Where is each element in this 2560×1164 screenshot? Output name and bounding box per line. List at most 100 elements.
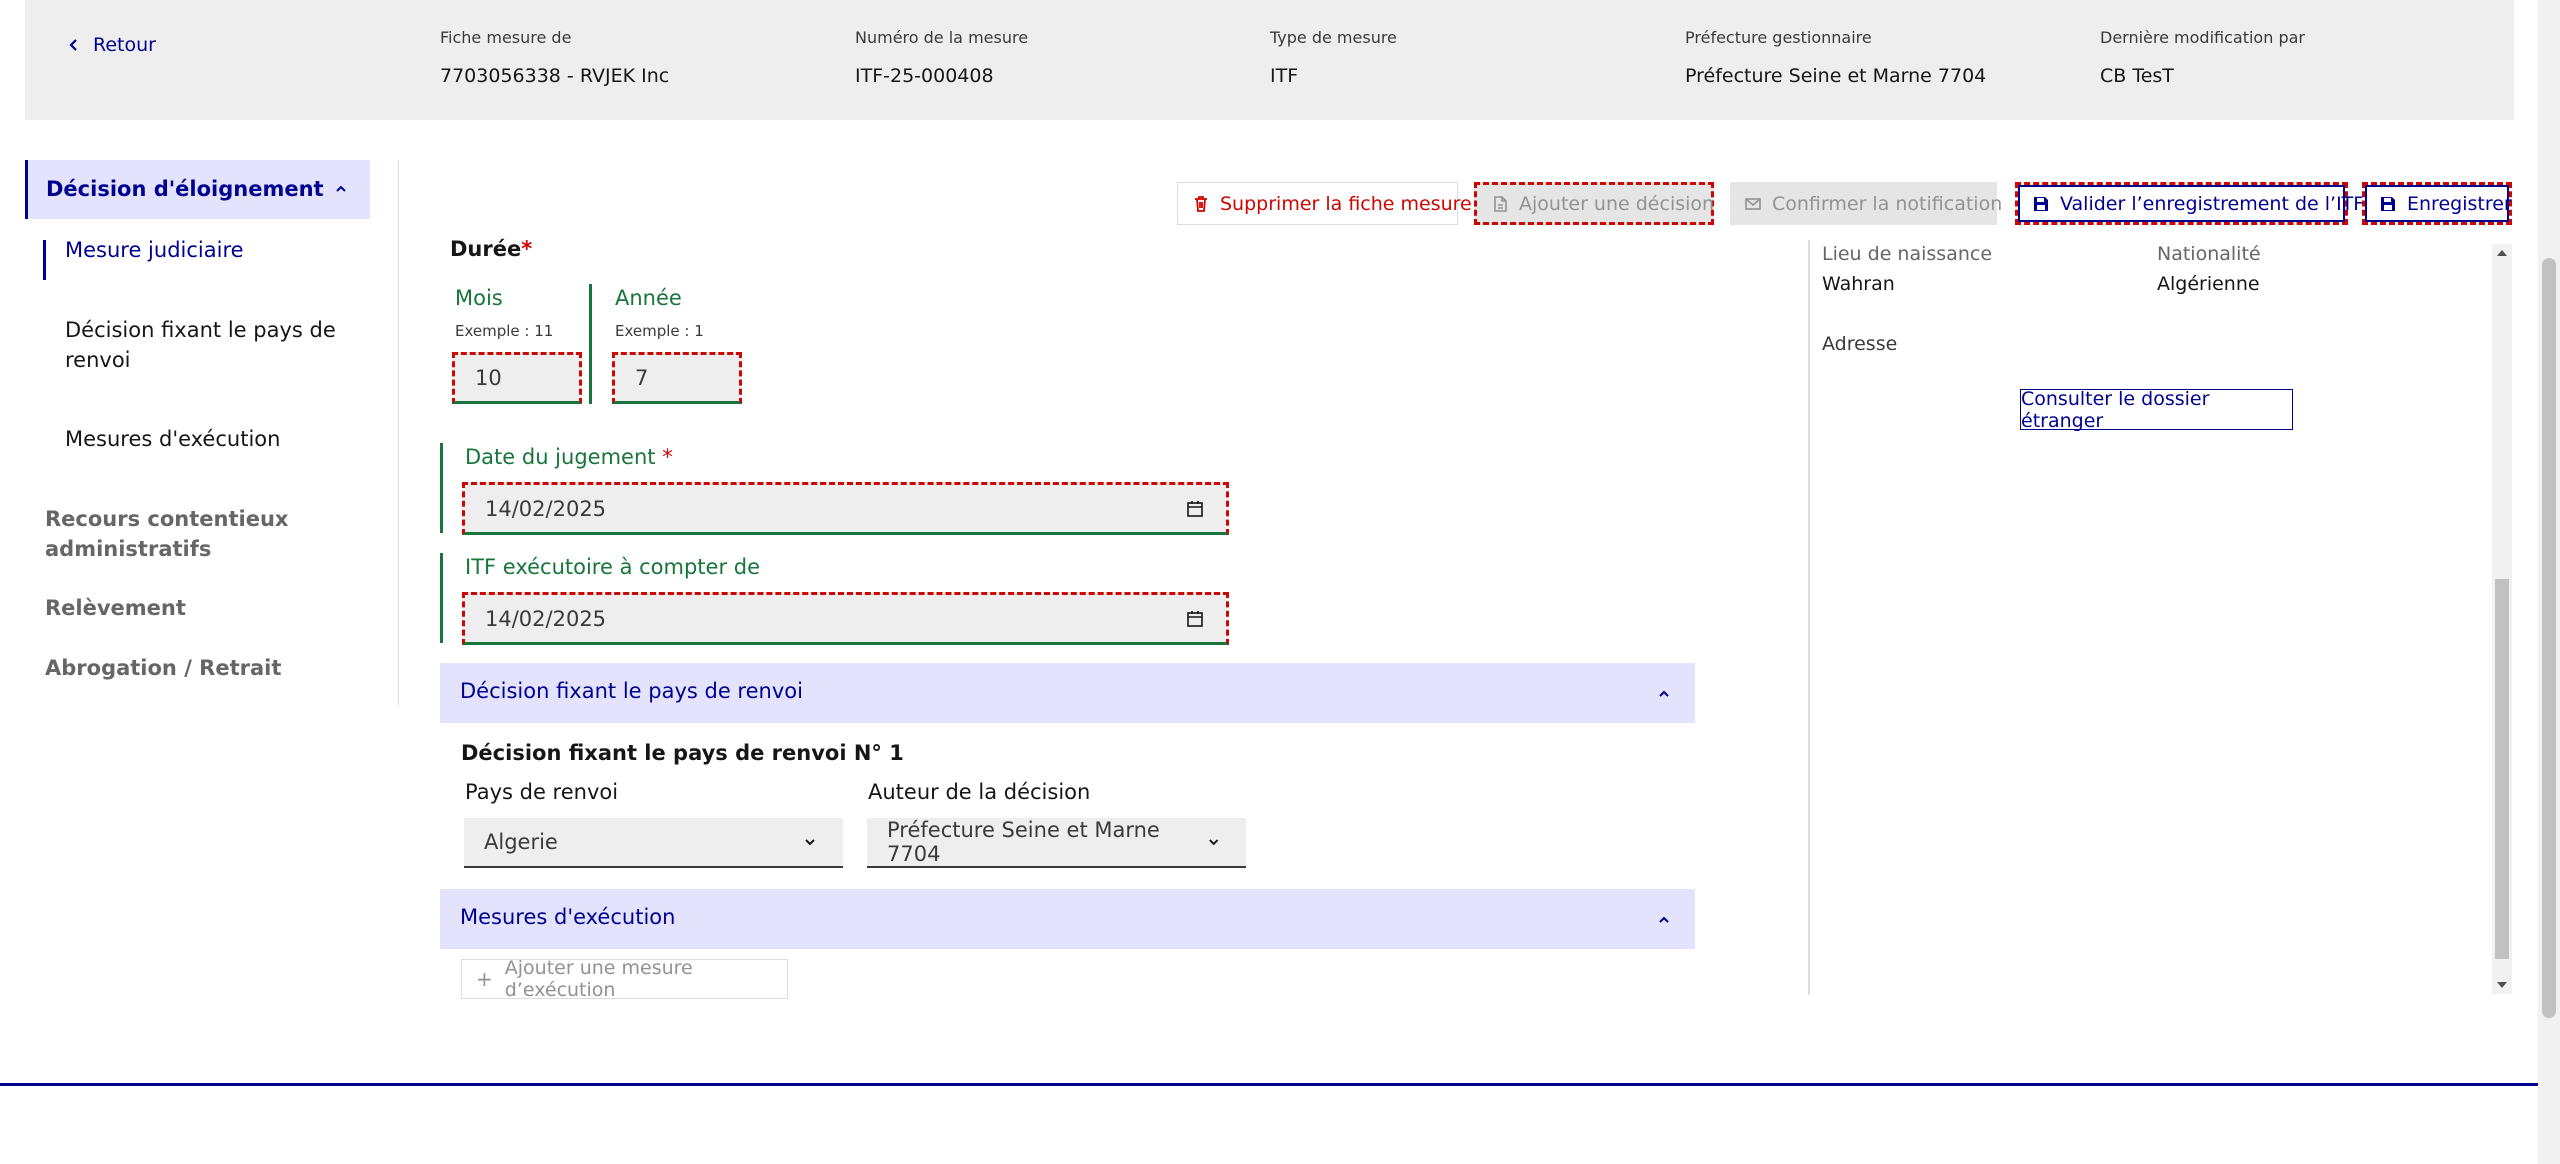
confirm-notification-label: Confirmer la notification <box>1772 192 2003 215</box>
back-link[interactable]: Retour <box>67 34 156 56</box>
years-input[interactable]: 7 <box>612 352 742 404</box>
meta-number-value: ITF-25-000408 <box>855 65 994 87</box>
sidebar-item-abrogation[interactable]: Abrogation / Retrait <box>45 653 281 683</box>
save-icon <box>2381 196 2395 211</box>
meta-number: Numéro de la mesure ITF-25-000408 <box>855 28 1028 87</box>
meta-owner: Fiche mesure de 7703056338 - RVJEK Inc <box>440 28 669 87</box>
country-label: Pays de renvoi <box>465 780 619 804</box>
enforceable-from-input[interactable]: 14/02/2025 <box>462 592 1229 645</box>
meta-prefecture-value: Préfecture Seine et Marne 7704 <box>1685 65 1987 87</box>
page-scroll-thumb[interactable] <box>2542 258 2556 1018</box>
meta-modified-by-label: Dernière modification par <box>2100 28 2305 47</box>
enforceable-from-value: 14/02/2025 <box>485 606 607 631</box>
add-execution-measure-label: Ajouter une mesure d’exécution <box>504 959 693 999</box>
months-hint: Exemple : 11 <box>455 322 554 340</box>
add-decision-button[interactable]: Ajouter une décision <box>1474 182 1714 225</box>
sidebar-item-relevement[interactable]: Relèvement <box>45 593 186 623</box>
judgment-date-label: Date du jugement <box>465 445 656 469</box>
author-value: Préfecture Seine et Marne 7704 <box>887 818 1160 866</box>
page-scrollbar[interactable] <box>2538 0 2560 1164</box>
document-icon <box>1494 195 1507 212</box>
months-value: 10 <box>475 366 502 390</box>
country-select[interactable]: Algerie <box>464 818 843 868</box>
duration-heading: Durée* <box>450 236 532 262</box>
meta-modified-by: Dernière modification par CB TesT <box>2100 28 2305 87</box>
judgment-date-input[interactable]: 14/02/2025 <box>462 482 1229 535</box>
view-foreigner-file-button[interactable]: Consulter le dossier étranger <box>2020 388 2293 432</box>
enforceable-from-label: ITF exécutoire à compter de <box>465 555 761 579</box>
execution-accordion-header[interactable]: Mesures d'exécution <box>440 889 1695 949</box>
delete-measure-button[interactable]: Supprimer la fiche mesure <box>1177 182 1472 225</box>
nationality-label: Nationalité <box>2157 243 2261 265</box>
required-mark: * <box>662 445 673 469</box>
chevron-left-icon <box>69 39 77 51</box>
validate-itf-button[interactable]: Valider l’enregistrement de l’ITF <box>2015 182 2364 225</box>
birthplace-value: Wahran <box>1822 273 1895 295</box>
country-decision-subtitle: Décision fixant le pays de renvoi N° 1 <box>461 741 904 765</box>
add-execution-measure-button[interactable]: + Ajouter une mesure d’exécution <box>461 959 788 999</box>
sidebar-item-mesure-judiciaire[interactable]: Mesure judiciaire <box>65 235 244 265</box>
save-button[interactable]: Enregistrer <box>2362 182 2512 225</box>
chevron-up-icon <box>1659 916 1669 923</box>
back-label: Retour <box>93 34 156 56</box>
panel-scrollbar[interactable] <box>2492 244 2512 994</box>
plus-icon: + <box>476 967 493 991</box>
meta-type: Type de mesure ITF <box>1270 28 1397 87</box>
months-label: Mois <box>455 286 503 310</box>
years-value: 7 <box>635 366 649 390</box>
meta-prefecture-label: Préfecture gestionnaire <box>1685 28 1872 47</box>
country-value: Algerie <box>484 830 558 854</box>
address-label: Adresse <box>1822 333 1898 355</box>
author-label: Auteur de la décision <box>868 780 1091 804</box>
required-mark: * <box>521 237 533 261</box>
field-group-bar <box>440 443 443 533</box>
save-label: Enregistrer <box>2407 192 2512 215</box>
sidebar-item-pays-renvoi[interactable]: Décision fixant le pays de renvoi <box>65 315 355 375</box>
delete-measure-label: Supprimer la fiche mesure <box>1220 192 1472 215</box>
save-icon <box>2034 196 2048 211</box>
meta-type-label: Type de mesure <box>1270 28 1397 47</box>
judgment-date-value: 14/02/2025 <box>485 496 607 521</box>
trash-icon <box>1195 195 1207 212</box>
sidebar-nav: Décision d'éloignement Mesure judiciaire… <box>25 160 399 705</box>
mail-icon <box>1745 197 1761 210</box>
sidebar-active-indicator <box>43 240 46 280</box>
author-select[interactable]: Préfecture Seine et Marne 7704 <box>867 818 1246 868</box>
calendar-icon <box>1187 500 1203 517</box>
add-decision-label: Ajouter une décision <box>1519 192 1715 215</box>
judgment-date-heading: Date du jugement * <box>465 445 673 469</box>
sidebar-item-recours[interactable]: Recours contentieux administratifs <box>45 504 345 564</box>
country-accordion-title: Décision fixant le pays de renvoi <box>460 679 803 703</box>
months-input[interactable]: 10 <box>452 352 582 404</box>
measure-header: Retour Fiche mesure de 7703056338 - RVJE… <box>25 0 2514 120</box>
sidebar-item-mesures-execution[interactable]: Mesures d'exécution <box>65 424 280 454</box>
chevron-down-icon <box>805 839 815 846</box>
sidebar-section-decision[interactable]: Décision d'éloignement <box>25 160 370 219</box>
calendar-icon <box>1187 610 1203 627</box>
meta-type-value: ITF <box>1270 65 1299 87</box>
birthplace-label: Lieu de naissance <box>1822 243 1993 265</box>
meta-prefecture: Préfecture gestionnaire Préfecture Seine… <box>1685 28 1986 87</box>
scroll-up-icon[interactable] <box>2497 250 2507 256</box>
panel-scroll-thumb[interactable] <box>2495 579 2509 959</box>
country-accordion-header[interactable]: Décision fixant le pays de renvoi <box>440 663 1695 723</box>
years-hint: Exemple : 1 <box>615 322 704 340</box>
meta-owner-label: Fiche mesure de <box>440 28 572 47</box>
panel-divider <box>1808 240 1810 995</box>
scroll-down-icon[interactable] <box>2497 982 2507 988</box>
duration-label: Durée <box>450 237 522 261</box>
field-group-bar <box>589 284 592 404</box>
nationality-value: Algérienne <box>2157 273 2260 295</box>
years-label: Année <box>615 286 682 310</box>
meta-number-label: Numéro de la mesure <box>855 28 1029 47</box>
chevron-down-icon <box>1208 839 1218 846</box>
sidebar-section-title: Décision d'éloignement <box>46 177 324 201</box>
meta-modified-by-value: CB TesT <box>2100 65 2174 87</box>
validate-itf-label: Valider l’enregistrement de l’ITF <box>2060 192 2365 215</box>
chevron-up-icon <box>336 185 346 192</box>
meta-owner-value: 7703056338 - RVJEK Inc <box>440 65 670 87</box>
footer-divider <box>0 1083 2538 1086</box>
confirm-notification-button[interactable]: Confirmer la notification <box>1730 182 2002 225</box>
execution-accordion-title: Mesures d'exécution <box>460 905 676 929</box>
chevron-up-icon <box>1659 690 1669 697</box>
